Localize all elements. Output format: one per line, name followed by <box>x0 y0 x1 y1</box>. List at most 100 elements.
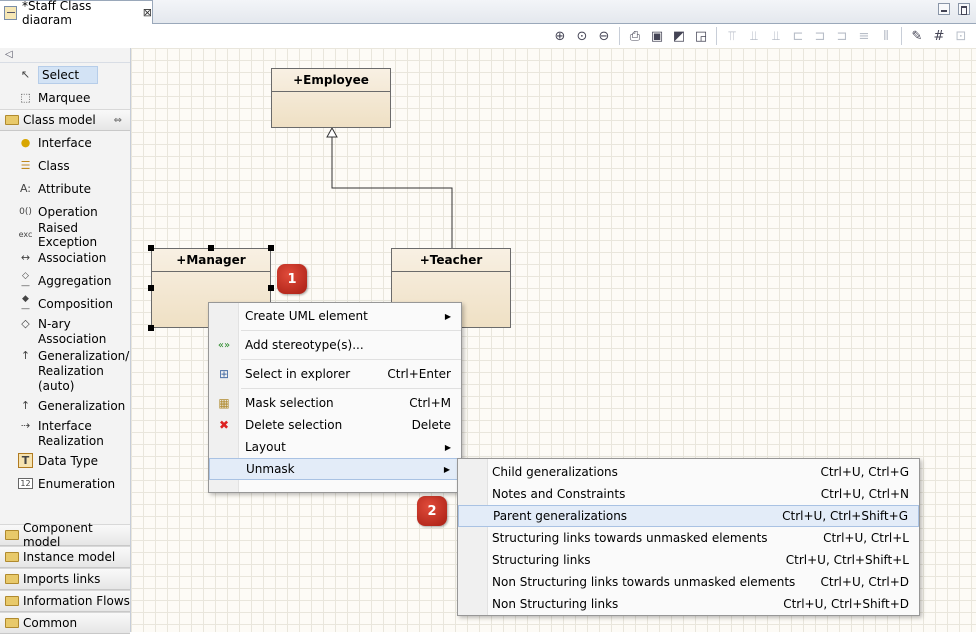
menu-item-shortcut: Ctrl+U, Ctrl+N <box>820 487 909 501</box>
menu-item-unmask[interactable]: Unmask ▶ <box>209 458 461 480</box>
format-painter-icon[interactable]: ✎ <box>908 27 926 45</box>
menu-item-notes-and-constraints[interactable]: Notes and Constraints Ctrl+U, Ctrl+N <box>458 483 919 505</box>
editor-tab-bar: *Staff Class diagram ⊠ <box>0 0 976 27</box>
palette-collapse-arrow[interactable]: ◁ <box>0 48 130 63</box>
align-bottom-icon[interactable]: ⫫ <box>767 27 785 45</box>
palette-item-generalization-realization-auto[interactable]: ↑ Generalization/ Realization (auto) <box>0 347 130 394</box>
menu-item-select-in-explorer[interactable]: ⊞ Select in explorer Ctrl+Enter <box>209 363 461 385</box>
drawer-imports-links[interactable]: Imports links <box>0 568 130 590</box>
align-middle-icon[interactable]: ⫫ <box>745 27 763 45</box>
menu-item-child-generalizations[interactable]: Child generalizations Ctrl+U, Ctrl+G <box>458 461 919 483</box>
palette-item-data-type[interactable]: T Data Type <box>0 449 130 472</box>
palette-item-class[interactable]: ☰ Class <box>0 154 130 177</box>
menu-item-layout[interactable]: Layout ▶ <box>209 436 461 458</box>
folder-icon <box>5 530 19 540</box>
menu-item-label: Child generalizations <box>492 465 618 479</box>
palette-item-generalization[interactable]: ↑ Generalization <box>0 394 130 417</box>
palette-item-raised-exception[interactable]: exc Raised Exception <box>0 221 130 249</box>
palette-label-line: Association <box>38 332 107 346</box>
menu-item-mask-selection[interactable]: ▦ Mask selection Ctrl+M <box>209 392 461 414</box>
palette-label: Attribute <box>38 181 91 196</box>
distribute-vertical-icon[interactable]: ≡ <box>855 27 873 45</box>
selection-handle[interactable] <box>148 325 154 331</box>
menu-item-label: Unmask <box>246 462 295 476</box>
maximize-button[interactable] <box>958 3 970 15</box>
palette-label: Interface <box>38 135 92 150</box>
minimize-button[interactable] <box>938 3 950 15</box>
delete-icon: ✖ <box>218 418 230 432</box>
align-left-icon[interactable]: ⊏ <box>789 27 807 45</box>
submenu-arrow-icon: ▶ <box>443 464 450 474</box>
palette-tool-marquee[interactable]: ⬚ Marquee <box>0 86 130 109</box>
menu-item-delete-selection[interactable]: ✖ Delete selection Delete <box>209 414 461 436</box>
selection-handle[interactable] <box>148 245 154 251</box>
align-right-icon[interactable]: ⊐ <box>833 27 851 45</box>
aggregation-icon: ◇— <box>21 270 30 291</box>
menu-item-add-stereotypes[interactable]: «» Add stereotype(s)... <box>209 334 461 356</box>
selection-handle[interactable] <box>208 245 214 251</box>
menu-item-structuring-links-towards-unmasked[interactable]: Structuring links towards unmasked eleme… <box>458 527 919 549</box>
selection-handle[interactable] <box>148 285 154 291</box>
toolbar-separator <box>901 27 902 45</box>
class-employee[interactable]: +Employee <box>271 68 391 128</box>
menu-item-shortcut: Ctrl+U, Ctrl+L <box>823 531 909 545</box>
palette-label: Composition <box>38 296 113 311</box>
folder-icon <box>5 574 19 584</box>
palette-item-composition[interactable]: ◆— Composition <box>0 292 130 315</box>
palette-label-line: N-ary <box>38 317 71 331</box>
palette-item-interface-realization[interactable]: ⇢ Interface Realization <box>0 417 130 449</box>
drawer-class-model[interactable]: Class model ⇔ <box>0 109 130 131</box>
save-icon[interactable]: ▣ <box>648 27 666 45</box>
palette-item-association[interactable]: ↔ Association <box>0 246 130 269</box>
tab-staff-class-diagram[interactable]: *Staff Class diagram ⊠ <box>0 0 153 27</box>
generalization-auto-icon: ↑ <box>20 349 31 362</box>
menu-item-shortcut: Ctrl+U, Ctrl+D <box>820 575 909 589</box>
menu-item-label: Notes and Constraints <box>492 487 626 501</box>
palette-item-nary-association[interactable]: ◇ N-ary Association <box>0 315 130 347</box>
submenu-arrow-icon: ▶ <box>444 311 451 321</box>
menu-item-create-uml-element[interactable]: Create UML element ▶ <box>209 305 461 327</box>
menu-item-non-structuring-links[interactable]: Non Structuring links Ctrl+U, Ctrl+Shift… <box>458 593 919 615</box>
class-name: +Employee <box>272 69 390 92</box>
fit-icon[interactable]: ◲ <box>692 27 710 45</box>
palette-item-attribute[interactable]: A: Attribute <box>0 177 130 200</box>
menu-item-structuring-links[interactable]: Structuring links Ctrl+U, Ctrl+Shift+L <box>458 549 919 571</box>
window-controls <box>938 3 970 15</box>
close-tab-icon[interactable]: ⊠ <box>143 6 152 19</box>
zoom-reset-icon[interactable]: ⊙ <box>573 27 591 45</box>
interface-icon: ● <box>20 136 31 149</box>
export-image-icon[interactable]: ◩ <box>670 27 688 45</box>
menu-item-label: Delete selection <box>245 418 343 432</box>
print-icon[interactable]: ⎙ <box>626 27 644 45</box>
palette-item-aggregation[interactable]: ◇— Aggregation <box>0 269 130 292</box>
distribute-horizontal-icon[interactable]: ⦀ <box>877 27 895 45</box>
grid-icon[interactable]: # <box>930 27 948 45</box>
class-name: +Teacher <box>392 249 510 272</box>
palette-tool-select[interactable]: ↖ Select <box>0 63 130 86</box>
menu-item-shortcut: Ctrl+U, Ctrl+Shift+D <box>783 597 909 611</box>
snap-icon[interactable]: ⊡ <box>952 27 970 45</box>
align-top-icon[interactable]: ⫪ <box>723 27 741 45</box>
menu-item-shortcut: Ctrl+Enter <box>387 367 451 381</box>
drawer-pin-icon[interactable]: ⇔ <box>114 115 122 126</box>
drawer-common[interactable]: Common <box>0 612 130 634</box>
drawer-label: Common <box>23 616 78 630</box>
drawer-component-model[interactable]: Component model <box>0 521 130 549</box>
zoom-in-icon[interactable]: ⊕ <box>551 27 569 45</box>
menu-item-label: Non Structuring links towards unmasked e… <box>492 575 796 589</box>
menu-item-non-structuring-links-towards-unmasked[interactable]: Non Structuring links towards unmasked e… <box>458 571 919 593</box>
palette-label: Enumeration <box>38 476 116 491</box>
selection-handle[interactable] <box>268 245 274 251</box>
drawer-information-flows[interactable]: Information Flows <box>0 590 130 612</box>
palette-item-enumeration[interactable]: 12 Enumeration <box>0 472 130 495</box>
zoom-out-icon[interactable]: ⊖ <box>595 27 613 45</box>
drawer-instance-model[interactable]: Instance model <box>0 546 130 568</box>
align-center-icon[interactable]: ⊐ <box>811 27 829 45</box>
menu-item-parent-generalizations[interactable]: Parent generalizations Ctrl+U, Ctrl+Shif… <box>458 505 919 527</box>
class-icon: ☰ <box>20 159 31 172</box>
palette-label: Marquee <box>38 90 91 105</box>
menu-item-label: Non Structuring links <box>492 597 619 611</box>
palette-item-interface[interactable]: ● Interface <box>0 131 130 154</box>
menu-item-shortcut: Ctrl+U, Ctrl+Shift+G <box>782 509 908 523</box>
selection-handle[interactable] <box>268 285 274 291</box>
